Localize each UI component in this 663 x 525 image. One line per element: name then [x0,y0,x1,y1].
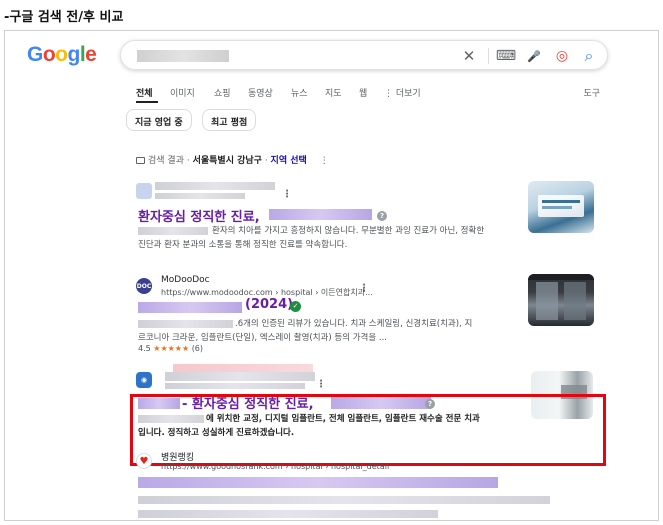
modoodoc-favicon: DOC [136,278,152,294]
result-title[interactable]: (2024) [245,297,293,312]
result-snippet: .6개의 인증된 리뷰가 있습니다. 치과 스케일링, 신경치료(치과), 지 [235,319,473,329]
result-snippet: 환자의 치아를 가지고 흥정하지 않습니다. 무분별한 과잉 진료가 아닌, 정… [212,226,485,236]
tab-shopping[interactable]: 쇼핑 [214,86,231,99]
result-menu-icon[interactable]: ⋮ [282,189,292,200]
search-icon[interactable]: ⌕ [579,46,599,66]
result-title-blurred [138,477,498,488]
more-options-icon[interactable]: ⋮ [320,156,329,166]
google-lens-icon[interactable]: ◎ [552,46,572,66]
result-menu-icon[interactable]: ⋮ [316,379,326,390]
result-snippet: 진단과 환자 분과의 소통을 통해 정직한 진료를 약속합니다. [138,240,348,250]
search-input[interactable]: ✕ ⌨ 🎤 ◎ ⌕ [120,40,608,70]
snippet-blurred [138,510,438,518]
verified-check-icon: ✓ [290,301,301,312]
site-name-blurred [155,182,275,190]
snippet-blurred [138,227,208,235]
microphone-icon[interactable]: 🎤 [524,46,544,66]
tab-web[interactable]: 웹 [359,86,367,99]
tab-images[interactable]: 이미지 [170,86,195,99]
result-thumbnail[interactable] [528,274,594,326]
blurred-strip [173,364,313,372]
google-results-screenshot: Google ✕ ⌨ 🎤 ◎ ⌕ 전체 이미지 쇼핑 동영상 뉴스 지도 웹 ⋮… [4,30,659,521]
tab-videos[interactable]: 동영상 [248,86,273,99]
clear-icon[interactable]: ✕ [459,46,479,66]
active-tab-indicator [136,101,158,103]
snippet-blurred [138,320,233,328]
tools-button[interactable]: 도구 [583,86,600,99]
tab-news[interactable]: 뉴스 [291,86,308,99]
result-title[interactable]: 환자중심 정직한 진료, [138,206,260,225]
search-query-blurred [137,50,229,62]
heart-icon: ♥ [136,453,152,469]
location-select-link[interactable]: 지역 선택 [271,156,307,166]
star-rating-icon: ★★★★★ [153,344,190,353]
site-url-blurred [165,383,305,389]
result-menu-icon[interactable]: ⋮ [359,283,369,294]
site-favicon: ◉ [136,372,152,388]
site-url-blurred [155,193,245,199]
page-caption: -구글 검색 전/후 비교 [4,10,124,25]
result-title-blurred [269,209,372,220]
location-line: 검색 결과 · 서울특별시 강남구 · 지역 선택 ⋮ [136,153,329,166]
site-name-blurred [165,372,315,381]
site-favicon [136,183,152,199]
snippet-blurred [138,496,550,504]
google-logo[interactable]: Google [27,43,97,67]
keyboard-icon[interactable]: ⌨ [496,46,516,66]
site-url[interactable]: https://www.goodhosrank.com › hospital ›… [161,462,389,471]
tab-more[interactable]: ⋮ 더보기 [384,86,421,99]
tab-all[interactable]: 전체 [136,86,153,99]
highlight-box [130,394,606,466]
info-icon[interactable]: ? [377,211,387,221]
chip-top-rated[interactable]: 최고 평점 [202,109,257,131]
chip-open-now[interactable]: 지금 영업 중 [126,109,192,131]
tab-maps[interactable]: 지도 [325,86,342,99]
result-thumbnail[interactable] [528,181,594,233]
rating: 4.5 ★★★★★ (6) [138,344,204,353]
result-title-blurred [138,302,242,313]
search-divider [488,48,489,64]
briefcase-icon [136,157,145,164]
site-name[interactable]: MoDooDoc [161,275,210,285]
result-snippet: 르코니아 크라운, 임플란트(단일), 엑스레이 촬영(치과) 등의 가격을 .… [138,333,388,343]
